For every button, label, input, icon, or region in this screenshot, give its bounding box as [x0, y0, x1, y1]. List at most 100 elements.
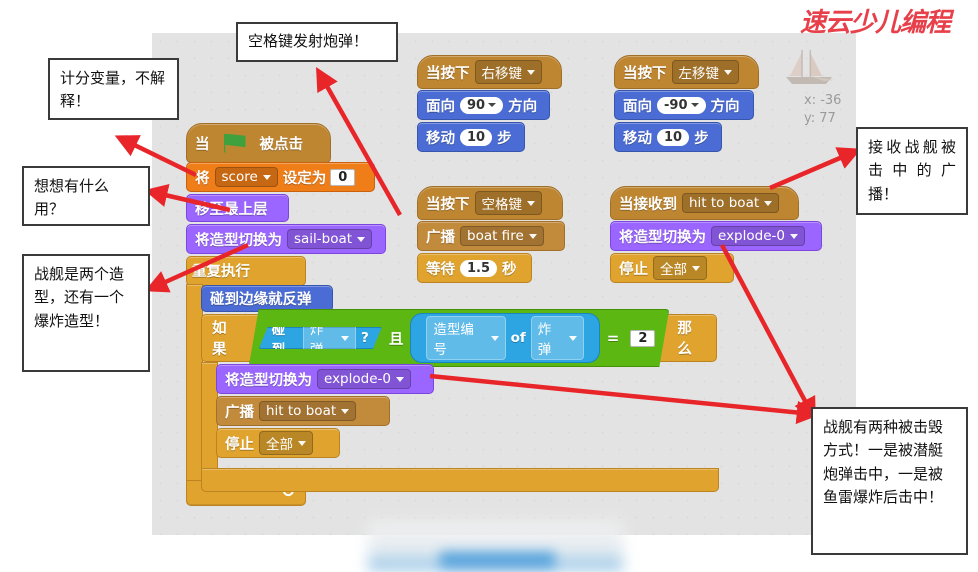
variable-value-input[interactable]: 0: [330, 168, 356, 186]
block-stop-all-receive[interactable]: 停止 全部: [610, 253, 734, 283]
clicked-label: 被点击: [259, 136, 304, 153]
block-set-variable[interactable]: 将 score 设定为 0: [186, 162, 375, 192]
of-label: of: [510, 330, 526, 346]
direction-suffix-right: 方向: [508, 98, 538, 115]
block-if-then[interactable]: 如果 碰到 炸弹 ? 且 造型编号 of 炸弹 = 2 那么: [201, 314, 717, 362]
costume-dropdown-explode[interactable]: explode-0: [317, 369, 411, 389]
move-label-left: 移动: [623, 130, 652, 147]
costume-dropdown-receive[interactable]: explode-0: [711, 226, 805, 246]
wait-input[interactable]: 1.5: [460, 259, 498, 277]
direction-value-right: 90: [467, 97, 486, 113]
stop-label-receive: 停止: [619, 261, 648, 278]
brand-logo: 速云少儿编程: [800, 2, 972, 38]
forever-label: 重复执行: [192, 264, 250, 280]
and-operator-label: 且: [388, 331, 404, 348]
touching-target: 炸弹: [310, 322, 324, 358]
sensing-touching-block[interactable]: 碰到 炸弹 ?: [259, 327, 382, 349]
block-switch-costume-main[interactable]: 将造型切换为 sail-boat: [186, 224, 386, 254]
when-key-label-space: 当按下: [426, 196, 470, 213]
compare-value-input[interactable]: 2: [630, 330, 655, 347]
key-dropdown-right[interactable]: 右移键: [474, 60, 542, 84]
block-move-steps-right[interactable]: 移动 10 步: [417, 122, 525, 152]
point-label-right: 面向: [426, 98, 455, 115]
callout-what-use-text: 想想有什么用？: [34, 177, 110, 219]
sensing-attribute-of-block[interactable]: 造型编号 of 炸弹: [410, 313, 599, 363]
screenshot-root: 速云少儿编程 x: -36 y: 77 当 被点击 将 score 设定为 0 …: [0, 0, 978, 572]
block-stop-all-main[interactable]: 停止 全部: [216, 428, 340, 458]
callout-score-variable: 计分变量，不解释！: [48, 58, 179, 120]
broadcast-message-boat-fire: boat fire: [467, 228, 524, 244]
move-label-right: 移动: [426, 130, 455, 147]
sprite-y-label: y: 77: [804, 110, 836, 126]
stop-option-dropdown-receive[interactable]: 全部: [653, 256, 707, 280]
bounce-label: 碰到边缘就反弹: [210, 292, 312, 308]
key-dropdown-left[interactable]: 左移键: [671, 60, 739, 84]
broadcast-dropdown-boat-fire[interactable]: boat fire: [460, 226, 544, 246]
block-when-i-receive[interactable]: 当接收到 hit to boat: [610, 186, 799, 220]
callout-receive-broadcast-text: 接收战舰被击中的广播！: [868, 138, 956, 203]
broadcast-message-dropdown[interactable]: hit to boat: [259, 401, 357, 421]
sailboat-sprite-thumbnail: [786, 50, 834, 84]
wait-label: 等待: [426, 261, 455, 278]
block-switch-costume-explode[interactable]: 将造型切换为 explode-0: [216, 364, 434, 394]
steps-value-left: 10: [664, 129, 683, 145]
sprite-coordinates: x: -36 y: 77: [804, 92, 841, 127]
stop-option-dropdown[interactable]: 全部: [259, 431, 313, 455]
variable-dropdown-score[interactable]: score: [214, 167, 278, 187]
if-condition-group[interactable]: 碰到 炸弹 ? 且 造型编号 of 炸弹 = 2: [249, 309, 670, 367]
block-when-key-space-pressed[interactable]: 当按下 空格键: [417, 186, 563, 220]
switch-costume-label: 将造型切换为: [195, 232, 282, 249]
steps-value-right: 10: [467, 129, 486, 145]
costume-dropdown-sailboat[interactable]: sail-boat: [287, 229, 373, 249]
costume-explode-name: explode-0: [324, 371, 391, 387]
key-name-right: 右移键: [481, 66, 523, 82]
block-if-on-edge-bounce[interactable]: 碰到边缘就反弹: [201, 285, 333, 312]
block-move-steps-left[interactable]: 移动 10 步: [614, 122, 722, 152]
callout-two-costumes-text: 战舰是两个造型，还有一个爆炸造型！: [34, 265, 125, 330]
receive-message-dropdown[interactable]: hit to boat: [682, 193, 780, 213]
equals-operator-label: =: [606, 329, 620, 347]
if-label: 如果: [212, 321, 227, 358]
key-name-space: 空格键: [481, 197, 523, 213]
receive-message: hit to boat: [689, 195, 760, 211]
block-when-key-right-pressed[interactable]: 当按下 右移键: [417, 55, 562, 89]
blurred-region-accent: [440, 552, 555, 568]
block-point-direction-right[interactable]: 面向 90 方向: [417, 90, 550, 120]
block-point-direction-left[interactable]: 面向 -90 方向: [614, 90, 754, 120]
block-wait-seconds[interactable]: 等待 1.5 秒: [417, 253, 532, 283]
when-label: 当: [195, 136, 210, 153]
point-label-left: 面向: [623, 98, 652, 115]
block-broadcast-hit-to-boat[interactable]: 广播 hit to boat: [216, 396, 390, 426]
stop-option-receive: 全部: [660, 262, 687, 278]
attribute-dropdown[interactable]: 造型编号: [426, 316, 505, 360]
block-when-key-left-pressed[interactable]: 当按下 左移键: [614, 55, 759, 89]
block-when-flag-clicked[interactable]: 当 被点击: [186, 123, 331, 163]
touching-label: 碰到: [271, 322, 286, 358]
set-verb: 将: [195, 170, 210, 187]
steps-input-left[interactable]: 10: [657, 128, 690, 146]
touching-target-dropdown[interactable]: 炸弹: [303, 316, 356, 360]
direction-input-right[interactable]: 90: [460, 96, 504, 114]
wait-value: 1.5: [467, 260, 491, 276]
block-go-to-front[interactable]: 移至最上层: [186, 194, 289, 222]
when-receive-label: 当接收到: [619, 196, 677, 213]
steps-suffix-right: 步: [497, 130, 512, 147]
key-name-left: 左移键: [678, 66, 720, 82]
of-target-dropdown[interactable]: 炸弹: [531, 316, 584, 360]
attribute-name: 造型编号: [433, 322, 474, 358]
callout-score-variable-text: 计分变量，不解释！: [60, 69, 166, 111]
callout-space-fire: 空格键发射炮弹！: [236, 22, 398, 62]
callout-receive-broadcast: 接收战舰被击中的广播！: [856, 127, 968, 215]
block-switch-costume-receive[interactable]: 将造型切换为 explode-0: [610, 221, 822, 251]
steps-input-right[interactable]: 10: [460, 128, 493, 146]
steps-suffix-left: 步: [694, 130, 709, 147]
direction-suffix-left: 方向: [710, 98, 740, 115]
block-broadcast-boat-fire[interactable]: 广播 boat fire: [417, 221, 565, 251]
stop-label: 停止: [225, 436, 254, 453]
wait-suffix: 秒: [502, 261, 517, 278]
key-dropdown-space[interactable]: 空格键: [474, 191, 542, 215]
direction-input-left[interactable]: -90: [657, 96, 706, 114]
brand-logo-text: 速云少儿编程: [800, 8, 951, 38]
callout-what-use: 想想有什么用？: [22, 166, 150, 226]
when-key-label-right: 当按下: [426, 65, 470, 82]
